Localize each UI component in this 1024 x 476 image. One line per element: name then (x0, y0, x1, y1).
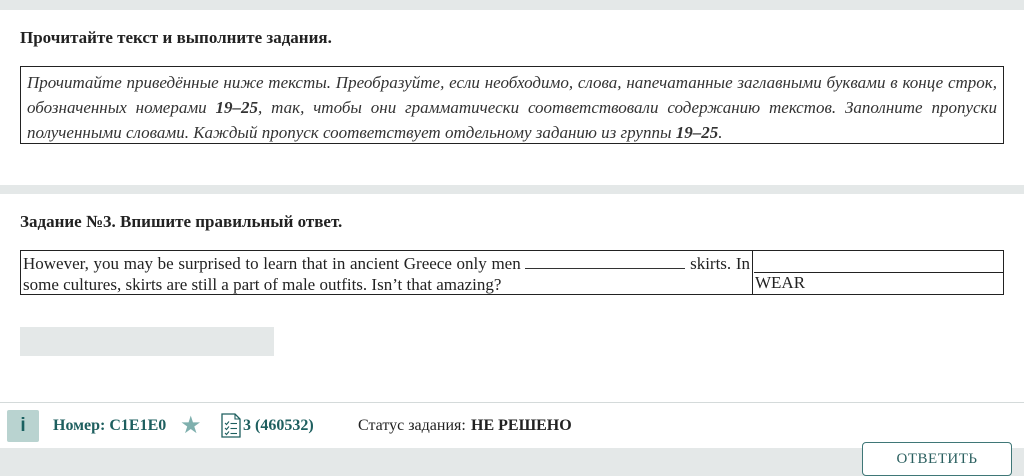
info-button[interactable]: i (7, 410, 39, 442)
sentence-before: However, you may be surprised to learn t… (23, 254, 526, 273)
status-label: Статус задания: (358, 417, 466, 434)
star-icon[interactable]: ★ (180, 413, 202, 439)
answer-button[interactable]: ОТВЕТИТЬ (862, 442, 1012, 476)
doc-number[interactable]: 3 (460532) (243, 417, 314, 435)
section-heading: Прочитайте текст и выполните задания. (20, 28, 332, 47)
task-sentence: However, you may be surprised to learn t… (21, 251, 753, 294)
task-word: WEAR (754, 272, 1004, 294)
answer-input[interactable] (20, 327, 274, 356)
task-range: 19–25 (675, 123, 719, 142)
instructions-panel: Прочитайте текст и выполните задания. Пр… (0, 10, 1024, 185)
task-heading: Задание №3. Впишите правильный ответ. (20, 212, 343, 231)
instructions-box: Прочитайте приведённые ниже тексты. Прео… (20, 66, 1004, 144)
task-range: 19–25 (215, 98, 259, 117)
top-bar (0, 0, 1024, 10)
task-table: However, you may be surprised to learn t… (20, 250, 1004, 295)
status-value: НЕ РЕШЕНО (471, 417, 572, 434)
task-number: Номер: C1E1E0 (53, 417, 167, 434)
instructions-text: . (718, 123, 723, 142)
document-list-icon[interactable] (221, 413, 241, 438)
answer-blank (525, 252, 686, 269)
